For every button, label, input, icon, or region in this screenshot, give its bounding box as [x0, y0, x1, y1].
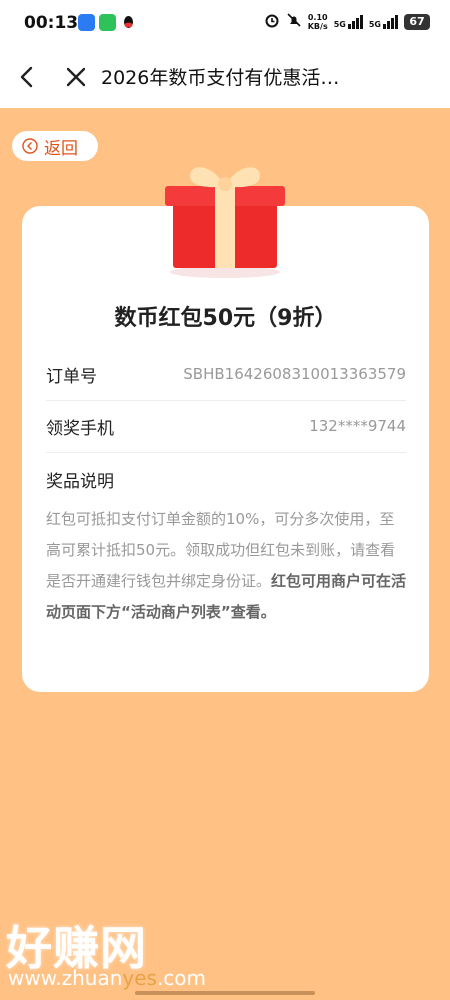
divider [46, 452, 406, 453]
phone-value: 132****9744 [309, 417, 406, 435]
description-text: 红包可抵扣支付订单金额的10%，可分多次使用，至高可累计抵扣50元。领取成功但红… [46, 504, 408, 628]
phone-row: 领奖手机 132****9744 [46, 400, 406, 452]
status-bar: 00:13 0.10 KB/s 5G 5G 67 [0, 0, 450, 46]
net-speed-unit: KB/s [307, 21, 328, 31]
page-title: 2026年数币支付有优惠活… [101, 67, 340, 89]
net-speed-value: 0.10 [307, 12, 328, 22]
watermark-url-highlight: yes [122, 966, 157, 990]
signal-2: 5G [368, 14, 398, 29]
clock: 00:13 [24, 13, 79, 33]
watermark-url-part: www.zhuan [8, 966, 123, 990]
wechat-icon [99, 14, 116, 31]
qq-icon [120, 14, 137, 31]
description-title: 奖品说明 [46, 472, 114, 492]
watermark-url: www.zhuanyes.com [8, 966, 206, 990]
return-label: 返回 [44, 138, 78, 159]
network-type-label: 5G [368, 19, 381, 29]
return-button[interactable]: 返回 [12, 131, 98, 161]
nav-bar: 2026年数币支付有优惠活… [0, 46, 450, 108]
close-icon[interactable] [62, 63, 90, 91]
alarm-icon [264, 12, 280, 31]
net-speed: 0.10 KB/s [308, 13, 328, 31]
back-arrow-icon[interactable] [14, 63, 42, 91]
mute-icon [286, 12, 302, 31]
order-number-label: 订单号 [46, 366, 97, 387]
app-notification-icon [78, 14, 95, 31]
battery-icon: 67 [404, 13, 430, 30]
signal-bars-icon [347, 14, 363, 29]
signal-bars-icon [383, 14, 398, 29]
watermark-url-part: .com [156, 966, 207, 990]
order-number-value: SBHB1642608310013363579 [183, 365, 406, 383]
order-number-row: 订单号 SBHB1642608310013363579 [46, 348, 406, 400]
gift-box-icon [155, 150, 295, 280]
network-type-label: 5G [333, 19, 346, 29]
home-indicator[interactable] [135, 991, 315, 995]
phone-label: 领奖手机 [46, 418, 114, 439]
chevron-left-circle-icon [22, 138, 38, 154]
signal-1: 5G [333, 14, 363, 29]
prize-title: 数币红包50元（9折） [114, 306, 337, 331]
